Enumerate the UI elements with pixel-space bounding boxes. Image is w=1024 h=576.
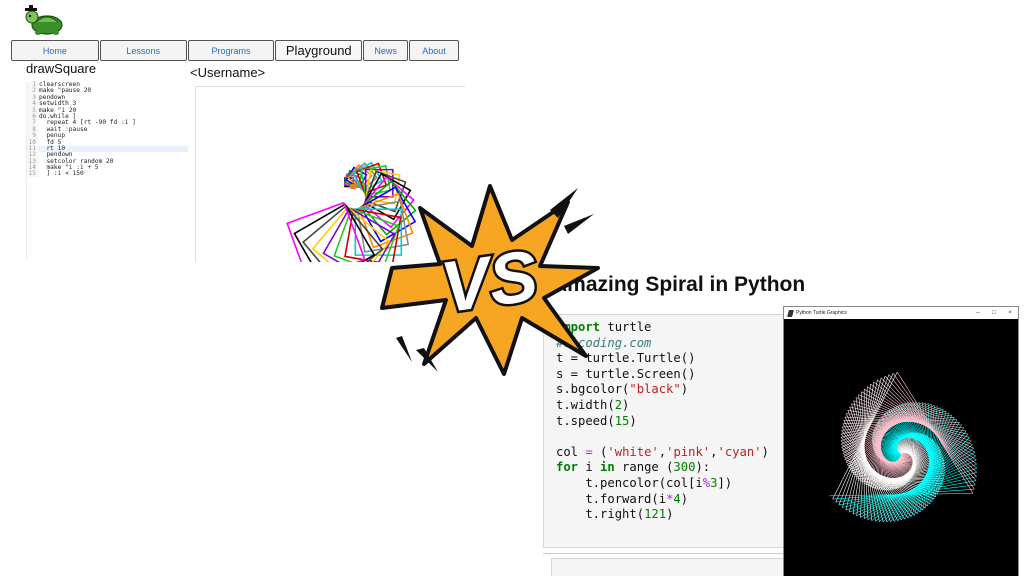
- code-line: 15 ] :i < 150: [27, 170, 188, 178]
- python-code-line: t.speed(15): [556, 414, 769, 430]
- code-token: 2: [614, 397, 623, 412]
- code-token: 15: [614, 413, 630, 428]
- code-token: ): [622, 397, 630, 412]
- code-token: i: [578, 460, 601, 475]
- code-token: col: [556, 444, 586, 459]
- code-token: t.right(: [556, 507, 645, 522]
- code-token: =: [585, 444, 593, 459]
- code-token: t.speed(: [556, 413, 615, 428]
- cell-divider: [543, 553, 793, 554]
- python-code-line: for i in range (300):: [556, 460, 769, 476]
- python-code-line: [556, 429, 769, 445]
- code-token: %: [702, 475, 711, 490]
- python-code-line: col = ('white','pink','cyan'): [556, 445, 769, 461]
- procedure-name: drawSquare: [26, 61, 97, 76]
- code-token: ): [666, 507, 674, 522]
- feather-icon: [787, 309, 794, 317]
- code-token: 'pink': [666, 444, 711, 459]
- maximize-button[interactable]: □: [986, 310, 1002, 316]
- python-code-line: t.pencolor(col[i%3]): [556, 476, 769, 492]
- close-button[interactable]: ×: [1002, 310, 1018, 316]
- code-token: 'white': [607, 444, 659, 459]
- code-token: ): [761, 444, 769, 459]
- python-code-line: t.right(121): [556, 507, 769, 523]
- code-token: ,: [658, 444, 667, 459]
- code-token: 300: [673, 460, 696, 475]
- line-number: 15: [27, 171, 39, 178]
- code-token: ): [680, 491, 689, 506]
- code-token: ): [680, 382, 689, 397]
- vs-text: VS: [436, 236, 542, 329]
- nav-tab-about[interactable]: About: [409, 40, 459, 61]
- code-token: ): [629, 413, 637, 428]
- minimize-button[interactable]: –: [970, 310, 986, 316]
- code-token: "black": [629, 382, 681, 397]
- python-code-line: t.forward(i*4): [556, 492, 769, 508]
- code-token: range (: [614, 460, 674, 475]
- window-title: Python Turtle Graphics: [796, 310, 847, 316]
- turtle-logo-icon: [25, 5, 63, 35]
- code-token: 'cyan': [717, 444, 762, 459]
- spiral-canvas: [784, 319, 1018, 576]
- code-token: 4: [673, 491, 681, 506]
- nav-tab-lessons[interactable]: Lessons: [99, 40, 187, 61]
- turtle-graphics-window: Python Turtle Graphics – □ ×: [783, 306, 1019, 576]
- nav-tab-home[interactable]: Home: [11, 40, 99, 61]
- code-token: for: [556, 460, 579, 475]
- code-text: ] :i < 150: [39, 170, 84, 178]
- code-token: 121: [644, 507, 667, 522]
- vs-burst-icon: VS: [380, 184, 600, 376]
- main-nav: Home Lessons Programs Playground News About: [11, 40, 460, 61]
- python-code-line: t.width(2): [556, 398, 769, 414]
- code-token: ]): [717, 475, 733, 490]
- code-token: t.pencolor(col[i: [556, 475, 703, 490]
- python-empty-cell[interactable]: [551, 558, 793, 576]
- turtle-cursor-icon: [349, 183, 358, 190]
- logo-code-editor[interactable]: 1 clearscreen 2 make "pause 20 3 pendown 4 setw…: [26, 81, 188, 260]
- nav-tab-playground[interactable]: Playground: [275, 40, 363, 61]
- nav-tab-news[interactable]: News: [363, 40, 409, 61]
- nav-tab-programs[interactable]: Programs: [187, 40, 275, 61]
- window-titlebar: Python Turtle Graphics – □ ×: [784, 307, 1018, 319]
- code-token: t.forward(i: [556, 491, 667, 506]
- code-token: ):: [695, 460, 711, 475]
- code-token: in: [600, 460, 615, 475]
- code-token: (: [592, 444, 608, 459]
- username-label: <Username>: [190, 65, 266, 80]
- code-token: t.width(: [556, 397, 615, 412]
